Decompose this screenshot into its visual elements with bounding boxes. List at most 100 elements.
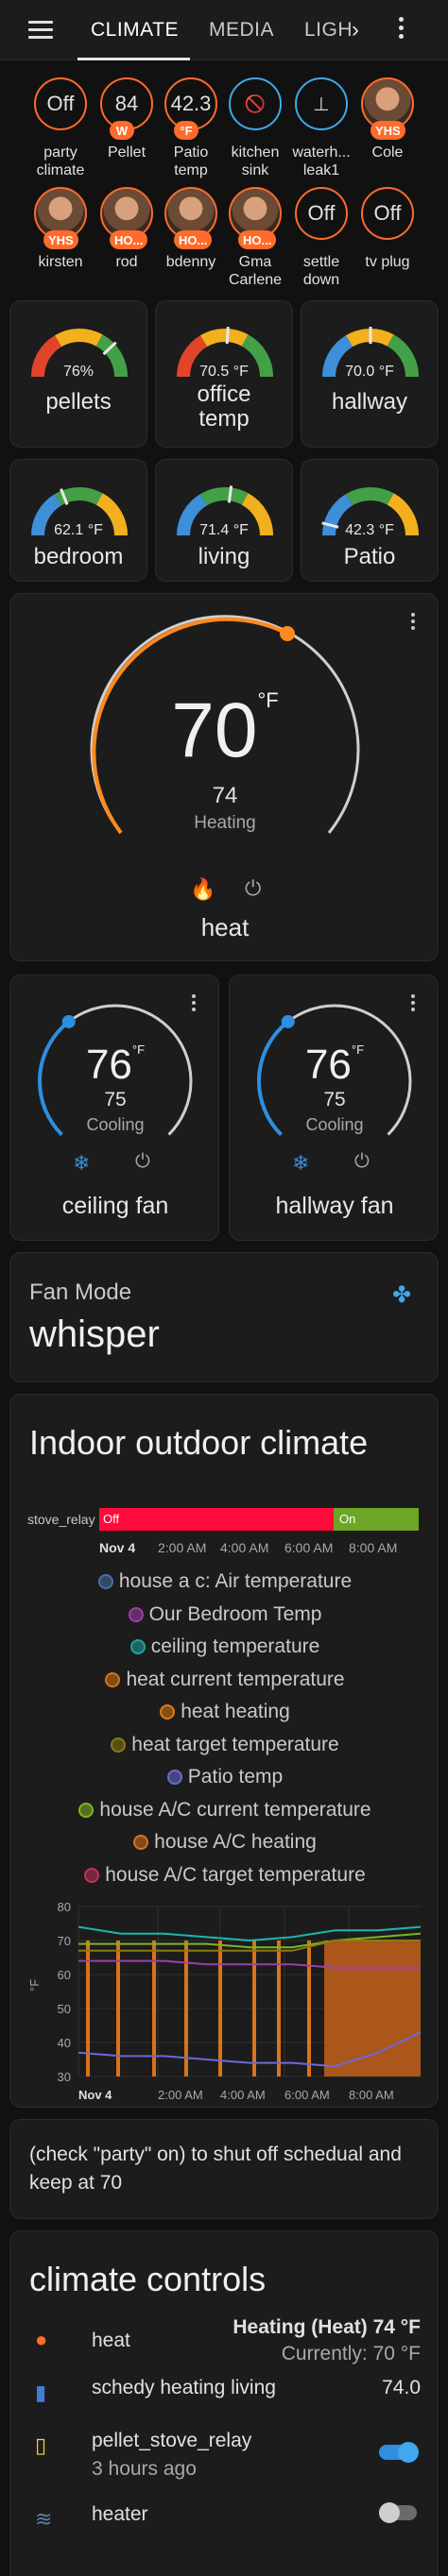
tab-lights[interactable]: LIGH xyxy=(304,19,353,42)
badge-3[interactable]: 🚫 xyxy=(229,77,282,130)
legend-item[interactable]: house A/C current temperature xyxy=(10,1799,439,1822)
entity-row-heater[interactable]: ≋ heater xyxy=(10,2501,439,2558)
badge-label-line2: Carlene xyxy=(228,272,283,288)
tab-media[interactable]: MEDIA xyxy=(209,19,274,42)
legend-item[interactable]: heat target temperature xyxy=(10,1734,439,1756)
x-tick-label: 2:00 AM xyxy=(158,2088,203,2102)
badge-4[interactable]: ⊥ xyxy=(295,77,348,130)
bookmark-icon: ▮ xyxy=(35,2381,47,2404)
legend-item[interactable]: Patio temp xyxy=(10,1766,439,1788)
no-water-icon: 🚫 xyxy=(244,93,267,113)
legend-item[interactable]: Our Bedroom Temp xyxy=(10,1603,439,1626)
badge-label: kirsten xyxy=(38,254,83,270)
more-vert-icon[interactable] xyxy=(399,17,405,42)
legend-item[interactable]: house A/C target temperature xyxy=(10,1864,439,1887)
entities-card: climate controls ● heat Heating (Heat) 74 … xyxy=(9,2230,439,2576)
history-chart[interactable]: 80 70 60 50 40 30 °F Nov 4 2:00 AM 4:00 AM 6:00 AM… xyxy=(10,1897,439,2124)
target-handle xyxy=(61,1014,76,1028)
target-temperature-wrap: 76°F xyxy=(230,1042,439,1089)
timeline-tick-label: 4:00 AM xyxy=(220,1540,269,1555)
badge-0[interactable]: Off xyxy=(34,77,87,130)
fan-mode-value: whisper xyxy=(29,1313,160,1355)
legend-label: house A/C current temperature xyxy=(99,1798,371,1821)
gauge-value: 76% xyxy=(62,364,95,380)
badge-tag: YHS xyxy=(43,230,78,249)
x-tick-label: 6:00 AM xyxy=(284,2088,330,2102)
thermostat-name: hallway fan xyxy=(275,1193,394,1219)
snowflake-icon[interactable]: ❄ xyxy=(292,1151,309,1176)
current-temperature: 75 xyxy=(104,1089,127,1110)
badge-label-line2: sink xyxy=(241,162,269,178)
gauge-card-Patio[interactable]: 42.3 °F Patio xyxy=(301,459,439,582)
entity-secondary: 3 hours ago xyxy=(92,2458,197,2480)
badge-label: Gma xyxy=(238,254,272,270)
target-temperature: 76 xyxy=(304,1042,352,1088)
gauge-value: 62.1 °F xyxy=(54,522,103,538)
gauge-value: 71.4 °F xyxy=(199,522,249,538)
y-tick-label: 70 xyxy=(58,1934,71,1948)
x-tick-label: Nov 4 xyxy=(78,2088,112,2102)
snowflake-icon[interactable]: ❄ xyxy=(73,1151,90,1176)
legend-label: ceiling temperature xyxy=(150,1635,320,1657)
badge-value: Off xyxy=(373,201,402,225)
hvac-action: Cooling xyxy=(86,1115,145,1134)
entity-state: Heating (Heat) 74 °F xyxy=(233,2316,421,2338)
gauge-label: living xyxy=(198,544,250,569)
timeline-tick-label: Nov 4 xyxy=(99,1540,136,1555)
app-header: CLIMATE MEDIA LIGH › xyxy=(0,0,448,60)
legend-item[interactable]: heat heating xyxy=(10,1701,439,1723)
gauge-label: Patio xyxy=(343,544,396,569)
entity-state: 74.0 xyxy=(382,2377,421,2398)
chevron-right-icon[interactable]: › xyxy=(352,17,359,43)
badge-label: tv plug xyxy=(365,254,410,270)
toggle-knob xyxy=(379,2502,400,2523)
heating-bar xyxy=(252,1940,256,2076)
legend-item[interactable]: heat current temperature xyxy=(10,1669,439,1691)
tab-climate[interactable]: CLIMATE xyxy=(91,19,179,42)
legend-swatch xyxy=(128,1606,144,1622)
toggle-switch[interactable] xyxy=(379,2442,419,2463)
entity-secondary: Currently: 70 °F xyxy=(281,2343,421,2364)
heating-bar xyxy=(184,1940,188,2076)
gauge-card-office-temp[interactable]: 70.5 °F office temp xyxy=(155,300,293,448)
gauge-card-pellets[interactable]: 76% pellets xyxy=(9,300,147,448)
legend-item[interactable]: house a c: Air temperature xyxy=(10,1570,439,1593)
badge-tag: HO... xyxy=(174,230,213,249)
entity-row-pellet-stove-relay[interactable]: ▯ pellet_stove_relay 3 hours ago xyxy=(10,2428,439,2484)
badge-value: 84 xyxy=(114,92,139,115)
timeline-on-bar[interactable]: On xyxy=(334,1508,419,1531)
gauge-card-living[interactable]: 71.4 °F living xyxy=(155,459,293,582)
power-icon[interactable]: ⏻ xyxy=(245,876,261,901)
legend-item[interactable]: house A/C heating xyxy=(10,1831,439,1854)
legend-swatch xyxy=(133,1835,149,1850)
gauge-card-hallway[interactable]: 70.0 °F hallway xyxy=(301,300,439,448)
thermostat-dial[interactable] xyxy=(10,594,439,962)
heating-area xyxy=(324,1940,421,2076)
history-graph-card: Indoor outdoor climate stove_relay Off O… xyxy=(9,1394,439,2108)
power-icon[interactable]: ⏻ xyxy=(135,1151,150,1173)
power-icon[interactable]: ⏻ xyxy=(354,1151,370,1173)
legend-item[interactable]: ceiling temperature xyxy=(10,1635,439,1658)
current-temperature: 75 xyxy=(323,1089,346,1110)
legend-swatch xyxy=(129,1639,146,1654)
toggle-knob xyxy=(398,2442,419,2463)
badge-value: Off xyxy=(307,201,336,225)
badge-11[interactable]: Off xyxy=(361,187,414,240)
menu-icon[interactable] xyxy=(28,21,53,40)
entity-row-schedy-heating-living[interactable]: ▮ schedy heating living 74.0 xyxy=(10,2375,439,2432)
fan-mode-card[interactable]: Fan Mode whisper ✤ xyxy=(9,1252,439,1382)
y-axis-label: °F xyxy=(27,1979,42,1991)
legend-swatch xyxy=(84,1867,100,1883)
toggle-switch[interactable] xyxy=(379,2502,417,2523)
gauge-card-bedroom[interactable]: 62.1 °F bedroom xyxy=(9,459,147,582)
water-leak-icon: ⊥ xyxy=(313,93,330,115)
badge-10[interactable]: Off xyxy=(295,187,348,240)
badge-label: kitchen xyxy=(231,144,280,161)
flame-icon[interactable]: 🔥 xyxy=(190,877,215,902)
timeline-off-bar[interactable]: Off xyxy=(99,1508,334,1531)
switch-icon: ▯ xyxy=(35,2433,47,2457)
entity-row-heat[interactable]: ● heat Heating (Heat) 74 °F Currently: 70 °… xyxy=(10,2314,439,2371)
thermostat-card-ceiling-fan: 76°F 75 Cooling ❄ ⏻ ceiling fan xyxy=(9,974,219,1241)
legend-swatch xyxy=(78,1802,95,1818)
fan-mode-title: Fan Mode xyxy=(29,1280,132,1305)
